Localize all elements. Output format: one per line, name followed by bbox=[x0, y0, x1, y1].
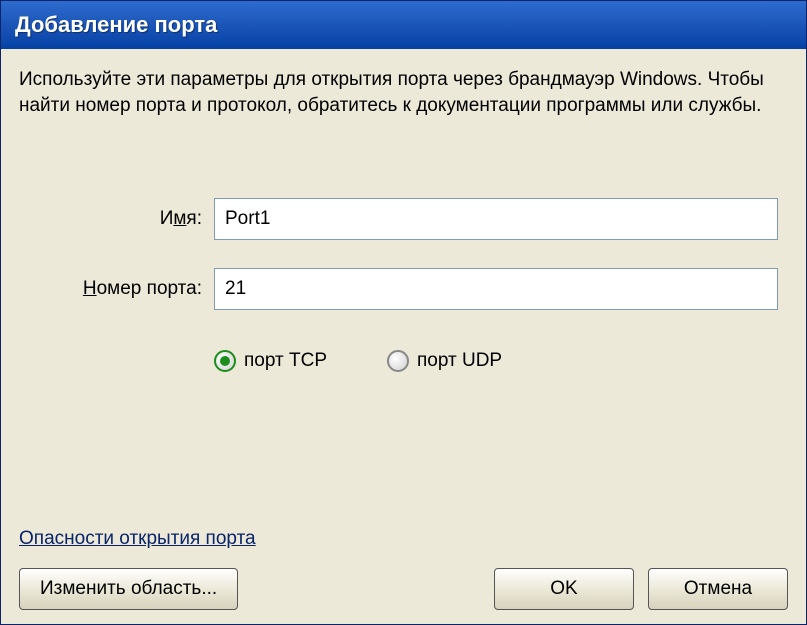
window-title: Добавление порта bbox=[15, 12, 217, 38]
radio-tcp[interactable]: порт TCP bbox=[214, 350, 327, 372]
button-row: Изменить область... OK Отмена bbox=[19, 568, 788, 610]
ok-button[interactable]: OK bbox=[494, 568, 634, 610]
add-port-dialog: Добавление порта Используйте эти парамет… bbox=[0, 0, 807, 625]
dialog-content: Используйте эти параметры для открытия п… bbox=[1, 49, 806, 624]
name-input[interactable] bbox=[214, 198, 778, 240]
description-text: Используйте эти параметры для открытия п… bbox=[19, 67, 788, 118]
titlebar: Добавление порта bbox=[1, 1, 806, 49]
dangers-link[interactable]: Опасности открытия порта bbox=[19, 528, 788, 550]
radio-udp[interactable]: порт UDP bbox=[387, 350, 502, 372]
name-row: Имя: bbox=[19, 198, 788, 240]
radio-udp-label: порт UDP bbox=[417, 350, 502, 372]
port-row: Номер порта: bbox=[19, 268, 788, 310]
radio-tcp-label: порт TCP bbox=[244, 350, 327, 372]
port-input[interactable] bbox=[214, 268, 778, 310]
port-label: Номер порта: bbox=[19, 278, 214, 300]
radio-tcp-circle bbox=[214, 350, 236, 372]
name-label: Имя: bbox=[19, 208, 214, 230]
protocol-radios: порт TCP порт UDP bbox=[19, 350, 788, 372]
cancel-button[interactable]: Отмена bbox=[648, 568, 788, 610]
change-scope-button[interactable]: Изменить область... bbox=[19, 568, 238, 610]
radio-udp-circle bbox=[387, 350, 409, 372]
radio-tcp-dot bbox=[220, 356, 230, 366]
